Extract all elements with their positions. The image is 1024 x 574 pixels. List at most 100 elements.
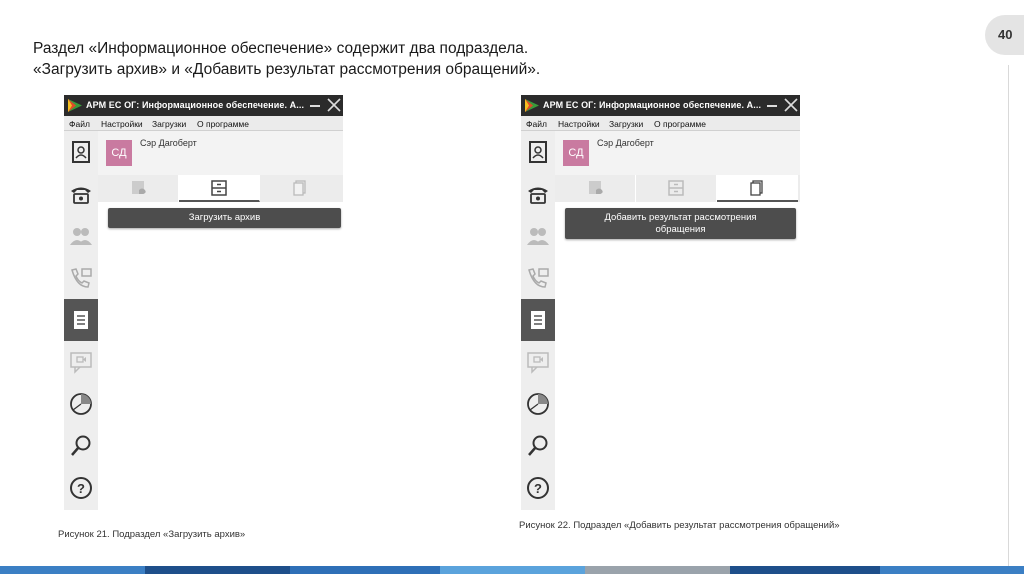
close-icon[interactable]: [783, 97, 799, 113]
minimize-button[interactable]: [767, 105, 777, 107]
bottom-bar-segment: [145, 566, 290, 574]
sidebar-item-documents[interactable]: [521, 299, 555, 341]
close-icon[interactable]: [326, 97, 342, 113]
tab-bar: [98, 175, 343, 202]
content-panel: СД Сэр Дагоберт Добавить результат рассм…: [555, 131, 800, 510]
user-bar: СД Сэр Дагоберт: [98, 131, 343, 175]
bottom-bar-segment: [290, 566, 440, 574]
slide-number-badge: 40: [985, 15, 1024, 55]
menu-settings[interactable]: Настройки: [101, 119, 143, 129]
video-message-icon: [70, 352, 92, 374]
sidebar-item-search[interactable]: [64, 425, 98, 467]
search-icon: [71, 435, 91, 456]
slide-heading: Раздел «Информационное обеспечение» соде…: [33, 38, 933, 80]
window-title: АРМ ЕС ОГ: Информационное обеспечение. А…: [543, 100, 762, 110]
content-panel: СД Сэр Дагоберт Загрузить архив: [98, 131, 343, 510]
bottom-bar-segment: [880, 566, 1024, 574]
cabinet-icon: [211, 180, 227, 196]
sidebar-item-video-message[interactable]: [64, 341, 98, 383]
sidebar-item-help[interactable]: ?: [521, 467, 555, 509]
sidebar-item-help[interactable]: ?: [64, 467, 98, 509]
heading-line-2: «Загрузить архив» и «Добавить результат …: [33, 61, 541, 78]
sidebar-item-contacts[interactable]: [521, 131, 555, 173]
app-window-right: АРМ ЕС ОГ: Информационное обеспечение. А…: [521, 95, 800, 510]
user-name: Сэр Дагоберт: [597, 138, 654, 148]
slide-number: 40: [998, 27, 1013, 42]
archive-upload-icon: [589, 181, 603, 194]
user-bar: СД Сэр Дагоберт: [555, 131, 800, 175]
help-icon: ?: [527, 477, 549, 499]
tab-upload-archive[interactable]: [636, 175, 717, 202]
video-message-icon: [527, 352, 549, 374]
app-logo-icon: [68, 99, 82, 112]
call-message-icon: [71, 268, 92, 288]
window-title: АРМ ЕС ОГ: Информационное обеспечение. А…: [86, 100, 305, 110]
sidebar-item-users[interactable]: [64, 215, 98, 257]
figure-caption-left: Рисунок 21. Подраздел «Загрузить архив»: [58, 529, 246, 540]
bottom-bar-segment: [585, 566, 730, 574]
document-icon: [74, 311, 88, 329]
avatar: СД: [106, 140, 132, 166]
tab-add-result[interactable]: [260, 175, 341, 202]
divider: [1008, 65, 1009, 567]
sidebar-item-users[interactable]: [521, 215, 555, 257]
pie-chart-icon: [70, 393, 92, 415]
sidebar-item-contacts[interactable]: [64, 131, 98, 173]
document-icon: [531, 311, 545, 329]
sidebar-item-statistics[interactable]: [64, 383, 98, 425]
documents-icon: [750, 180, 763, 196]
bottom-color-bar: [0, 566, 1024, 574]
add-result-button[interactable]: Добавить результат рассмотрения обращени…: [565, 208, 796, 239]
menu-settings[interactable]: Настройки: [558, 119, 600, 129]
upload-archive-button[interactable]: Загрузить архив: [108, 208, 341, 228]
svg-text:?: ?: [534, 481, 542, 496]
sidebar-item-phone[interactable]: [521, 173, 555, 215]
pie-chart-icon: [527, 393, 549, 415]
heading-line-1: Раздел «Информационное обеспечение» соде…: [33, 40, 529, 57]
tab-upload-archive[interactable]: [179, 175, 260, 202]
contact-card-icon: [529, 141, 547, 163]
app-logo-icon: [525, 99, 539, 112]
users-icon: [70, 228, 92, 245]
users-icon: [527, 228, 549, 245]
phone-icon: [71, 187, 91, 204]
tab-upload-archive-inactive[interactable]: [98, 175, 179, 202]
call-message-icon: [528, 268, 549, 288]
sidebar-item-documents[interactable]: [64, 299, 98, 341]
sidebar-item-call-message[interactable]: [521, 257, 555, 299]
sidebar: ?: [64, 131, 98, 510]
menu-downloads[interactable]: Загрузки: [152, 119, 186, 129]
sidebar-item-call-message[interactable]: [64, 257, 98, 299]
sidebar: ?: [521, 131, 555, 510]
menu-about[interactable]: О программе: [197, 119, 249, 129]
contact-card-icon: [72, 141, 90, 163]
titlebar: АРМ ЕС ОГ: Информационное обеспечение. А…: [64, 95, 343, 116]
menu-file[interactable]: Файл: [526, 119, 547, 129]
bottom-bar-segment: [730, 566, 880, 574]
tab-add-result[interactable]: [717, 175, 798, 202]
user-name: Сэр Дагоберт: [140, 138, 197, 148]
documents-icon: [293, 180, 306, 196]
bottom-bar-segment: [440, 566, 585, 574]
avatar: СД: [563, 140, 589, 166]
menu-downloads[interactable]: Загрузки: [609, 119, 643, 129]
menu-bar: Файл Настройки Загрузки О программе: [521, 116, 800, 131]
archive-upload-icon: [132, 181, 146, 194]
minimize-button[interactable]: [310, 105, 320, 107]
sidebar-item-phone[interactable]: [64, 173, 98, 215]
bottom-bar-segment: [0, 566, 145, 574]
add-result-button-line-1: Добавить результат рассмотрения: [604, 212, 757, 223]
menu-file[interactable]: Файл: [69, 119, 90, 129]
sidebar-item-statistics[interactable]: [521, 383, 555, 425]
tab-upload-archive-inactive[interactable]: [555, 175, 636, 202]
sidebar-item-video-message[interactable]: [521, 341, 555, 383]
menu-about[interactable]: О программе: [654, 119, 706, 129]
help-icon: ?: [70, 477, 92, 499]
figure-caption-right: Рисунок 22. Подраздел «Добавить результа…: [519, 520, 840, 531]
phone-icon: [528, 187, 548, 204]
menu-bar: Файл Настройки Загрузки О программе: [64, 116, 343, 131]
add-result-button-line-2: обращения: [655, 223, 706, 235]
svg-text:?: ?: [77, 481, 85, 496]
search-icon: [528, 435, 548, 456]
sidebar-item-search[interactable]: [521, 425, 555, 467]
